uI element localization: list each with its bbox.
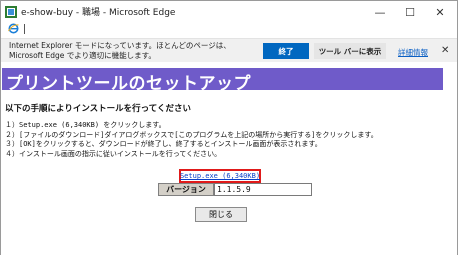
setup-link-highlight: Setup.exe (6,340KB) — [179, 169, 261, 183]
minimize-button[interactable]: — — [365, 1, 395, 23]
end-ie-mode-button[interactable]: 終了 — [263, 43, 309, 59]
address-caret — [24, 24, 25, 34]
close-button[interactable]: 閉じる — [195, 207, 247, 222]
banner-title: プリントツールのセットアップ — [6, 74, 251, 94]
step-1: １）Setup.exe (6,340KB) をクリックします。 — [5, 121, 166, 129]
maximize-button[interactable]: ☐ — [395, 1, 425, 23]
window-title: e-show-buy - 職場 - Microsoft Edge — [21, 8, 176, 18]
edge-app-icon — [5, 6, 17, 18]
setup-exe-link[interactable]: Setup.exe (6,340KB) — [180, 172, 260, 180]
internet-explorer-icon — [8, 23, 19, 34]
page-content: プリントツールのセットアップ 以下の手順によりインストールを行ってください １）… — [1, 63, 457, 255]
infobar-message: Internet Explorer モードになっています。ほとんどのページは、M… — [9, 41, 231, 60]
close-window-button[interactable]: ✕ — [425, 1, 455, 23]
ie-mode-infobar: Internet Explorer モードになっています。ほとんどのページは、M… — [1, 38, 457, 62]
step-3: ３）[OK]をクリックすると、ダウンロードが終了し、終了するとインストール画面が… — [5, 140, 322, 149]
details-link[interactable]: 詳細情報 — [398, 47, 428, 58]
infobar-close-icon[interactable]: ✕ — [441, 45, 449, 56]
instructions-heading: 以下の手順によりインストールを行ってください — [5, 104, 191, 114]
title-bar: e-show-buy - 職場 - Microsoft Edge — ☐ ✕ — [1, 1, 457, 23]
instruction-steps: １）Setup.exe (6,340KB) をクリックします。 ２）[ファイルの… — [5, 121, 378, 159]
address-bar[interactable] — [1, 23, 457, 37]
show-in-toolbar-button[interactable]: ツール バーに表示 — [314, 43, 386, 59]
version-field: 1.1.5.9 — [214, 183, 312, 196]
browser-window: e-show-buy - 職場 - Microsoft Edge — ☐ ✕ I… — [0, 0, 458, 255]
step-2: ２）[ファイルのダウンロード]ダイアログボックスで[このプログラムを上記の場所か… — [5, 130, 378, 139]
step-4: ４）インストール画面の指示に従いインストールを行ってください。 — [5, 149, 222, 158]
page-banner: プリントツールのセットアップ — [2, 68, 443, 94]
version-label: バージョン — [158, 183, 214, 196]
